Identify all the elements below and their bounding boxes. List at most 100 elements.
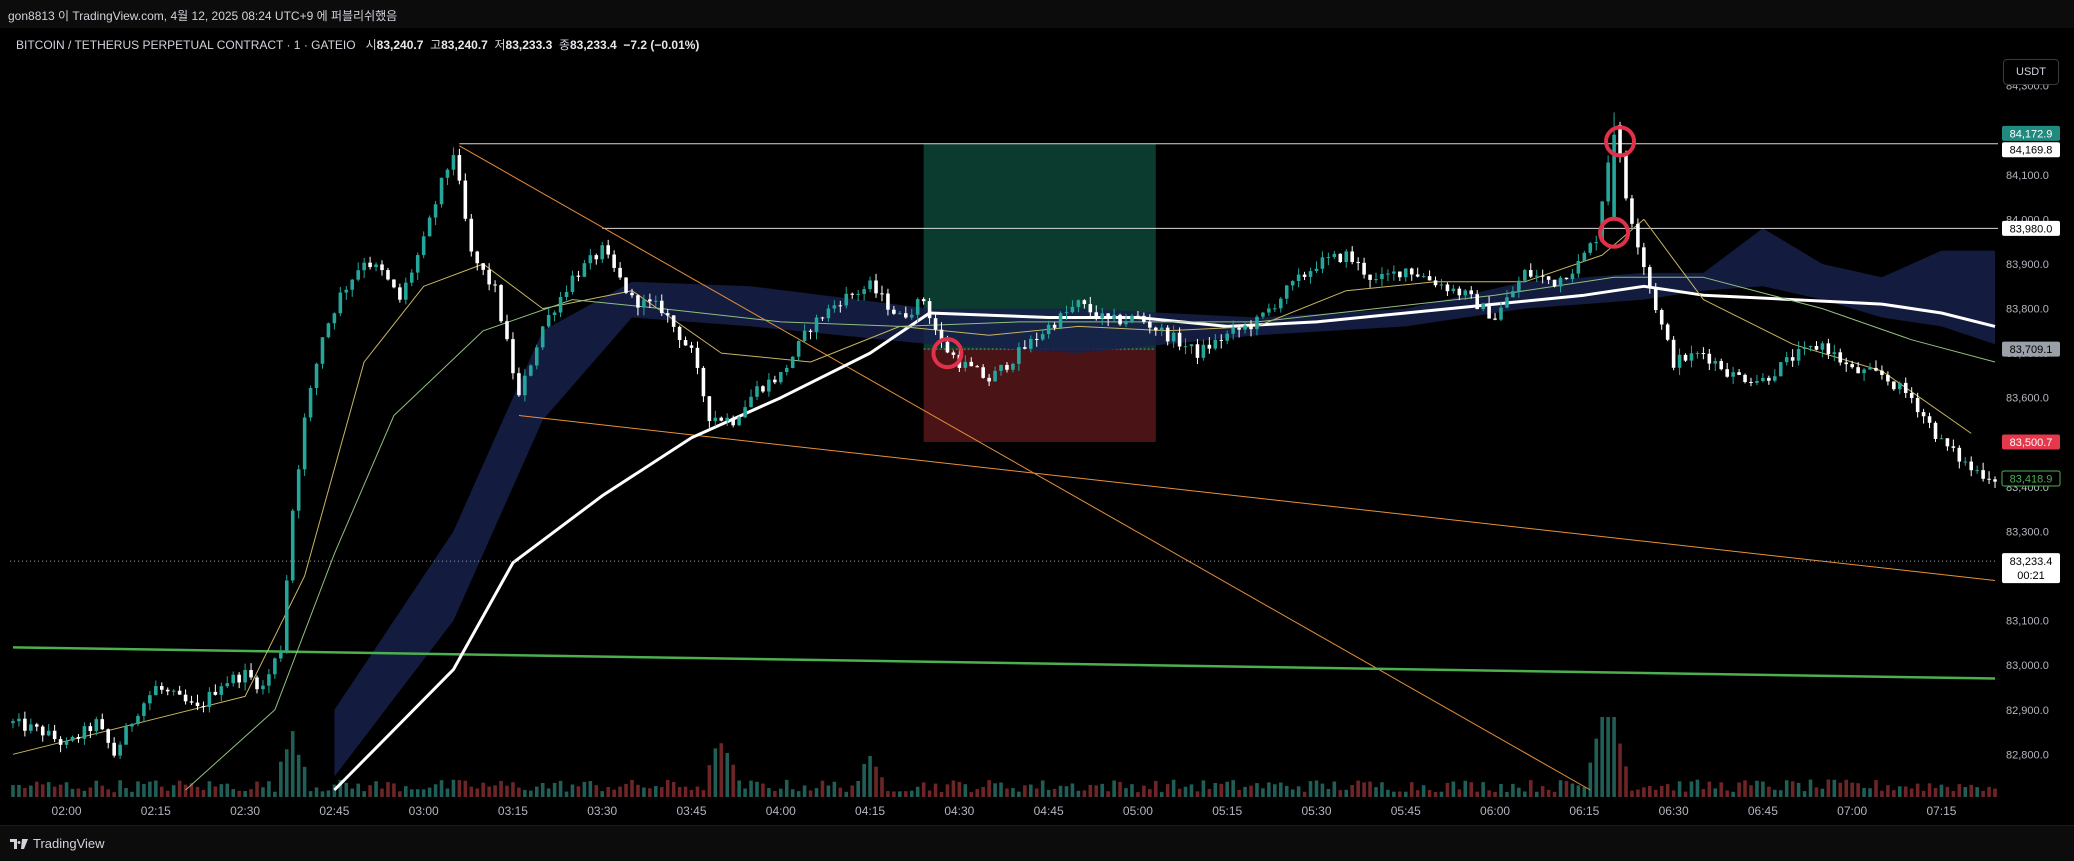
candle[interactable] — [1838, 352, 1843, 363]
candle[interactable] — [701, 367, 706, 397]
candle[interactable] — [136, 715, 140, 725]
candle[interactable] — [546, 315, 551, 327]
candle[interactable] — [975, 366, 980, 368]
candle[interactable] — [1778, 362, 1783, 377]
candle[interactable] — [1308, 271, 1313, 277]
candle[interactable] — [380, 264, 384, 271]
candle[interactable] — [1719, 361, 1724, 370]
candle[interactable] — [171, 690, 176, 692]
candle[interactable] — [267, 674, 271, 686]
candle[interactable] — [1475, 294, 1479, 310]
candle[interactable] — [1939, 438, 1944, 440]
price-chart[interactable]: 82,800.082,900.083,000.083,100.083,200.0… — [0, 28, 2074, 825]
candle[interactable] — [898, 313, 902, 315]
candle[interactable] — [558, 296, 563, 313]
candle[interactable] — [779, 372, 783, 383]
candle[interactable] — [1445, 284, 1450, 292]
candle[interactable] — [1546, 276, 1551, 280]
candle[interactable] — [1392, 271, 1396, 274]
candle[interactable] — [362, 262, 366, 271]
candle[interactable] — [1892, 381, 1896, 390]
candle[interactable] — [1653, 287, 1658, 310]
candle[interactable] — [1350, 251, 1354, 263]
candle[interactable] — [1189, 344, 1194, 347]
candle[interactable] — [654, 300, 658, 302]
candle[interactable] — [82, 726, 87, 739]
candle[interactable] — [909, 314, 914, 318]
candle[interactable] — [981, 367, 985, 378]
candle[interactable] — [1118, 314, 1122, 325]
candle[interactable] — [570, 275, 575, 292]
candle[interactable] — [689, 345, 694, 348]
candle[interactable] — [1921, 412, 1926, 417]
candle[interactable] — [52, 730, 57, 740]
candle[interactable] — [225, 683, 230, 687]
candle[interactable] — [159, 686, 164, 690]
candle[interactable] — [737, 417, 741, 426]
candle[interactable] — [409, 272, 414, 283]
candle[interactable] — [427, 217, 432, 237]
candle[interactable] — [1523, 270, 1527, 281]
candle[interactable] — [987, 377, 991, 382]
candle[interactable] — [868, 280, 872, 290]
candle[interactable] — [1017, 347, 1021, 364]
candle[interactable] — [1618, 125, 1622, 155]
candle[interactable] — [1112, 314, 1116, 319]
candle[interactable] — [1773, 376, 1777, 381]
candle[interactable] — [243, 670, 247, 683]
candle[interactable] — [1606, 162, 1610, 202]
candle[interactable] — [1731, 372, 1735, 377]
candle[interactable] — [1070, 306, 1075, 313]
candle[interactable] — [1034, 338, 1039, 340]
candle[interactable] — [1421, 276, 1426, 278]
candle[interactable] — [404, 282, 408, 300]
candle[interactable] — [1945, 438, 1950, 447]
candle[interactable] — [34, 724, 39, 727]
candle[interactable] — [719, 417, 724, 421]
candle[interactable] — [761, 386, 765, 392]
candle[interactable] — [1499, 307, 1503, 320]
candle[interactable] — [576, 275, 581, 277]
candle[interactable] — [279, 650, 283, 659]
candle[interactable] — [1094, 312, 1099, 319]
candle[interactable] — [1159, 327, 1164, 331]
candle[interactable] — [1850, 364, 1854, 368]
candle[interactable] — [273, 658, 277, 675]
candle[interactable] — [1725, 369, 1729, 377]
candle[interactable] — [618, 267, 622, 278]
candle[interactable] — [469, 218, 474, 252]
candle[interactable] — [1933, 422, 1938, 439]
candle[interactable] — [11, 721, 15, 724]
candle[interactable] — [463, 180, 468, 219]
candle[interactable] — [493, 284, 497, 286]
candle[interactable] — [1344, 251, 1349, 263]
candle[interactable] — [88, 726, 93, 732]
candle[interactable] — [1612, 134, 1616, 220]
candle[interactable] — [1177, 332, 1182, 347]
candle[interactable] — [1148, 321, 1152, 328]
candle[interactable] — [1630, 198, 1634, 224]
tradingview-logo[interactable]: TradingView — [10, 836, 105, 851]
candle[interactable] — [636, 295, 640, 308]
candle[interactable] — [1457, 288, 1462, 296]
candle[interactable] — [499, 285, 503, 322]
candle[interactable] — [481, 263, 485, 270]
candle[interactable] — [1915, 397, 1920, 413]
candle[interactable] — [1165, 327, 1170, 342]
candle[interactable] — [177, 690, 182, 695]
candle[interactable] — [1243, 325, 1247, 330]
candle[interactable] — [1386, 273, 1390, 275]
candle[interactable] — [1796, 349, 1801, 361]
candle[interactable] — [433, 204, 438, 218]
candle[interactable] — [1588, 243, 1593, 253]
candle[interactable] — [1761, 377, 1765, 381]
candle[interactable] — [1237, 327, 1241, 330]
candle[interactable] — [1273, 308, 1277, 310]
candle[interactable] — [17, 718, 21, 722]
candle[interactable] — [1362, 262, 1366, 275]
candle[interactable] — [106, 729, 110, 743]
candle[interactable] — [1302, 274, 1307, 277]
candle[interactable] — [421, 236, 426, 256]
candle[interactable] — [1142, 315, 1146, 322]
candle[interactable] — [332, 313, 337, 324]
